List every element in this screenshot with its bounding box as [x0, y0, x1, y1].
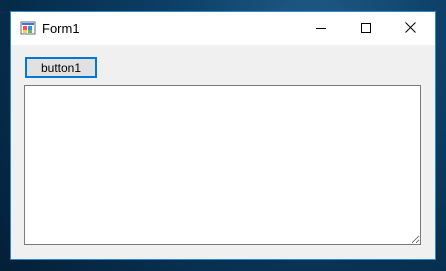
form1-window: Form1 button1: [10, 11, 436, 260]
form-client-area: button1: [11, 45, 435, 259]
maximize-icon: [360, 20, 371, 38]
close-button[interactable]: [388, 12, 433, 45]
multiline-textbox[interactable]: [24, 85, 421, 245]
winforms-app-icon: [20, 20, 37, 37]
minimize-icon: [315, 20, 326, 38]
window-title: Form1: [42, 21, 80, 36]
minimize-button[interactable]: [298, 12, 343, 45]
close-icon: [405, 20, 416, 38]
maximize-button[interactable]: [343, 12, 388, 45]
title-bar[interactable]: Form1: [11, 12, 435, 45]
button1[interactable]: button1: [25, 57, 97, 78]
